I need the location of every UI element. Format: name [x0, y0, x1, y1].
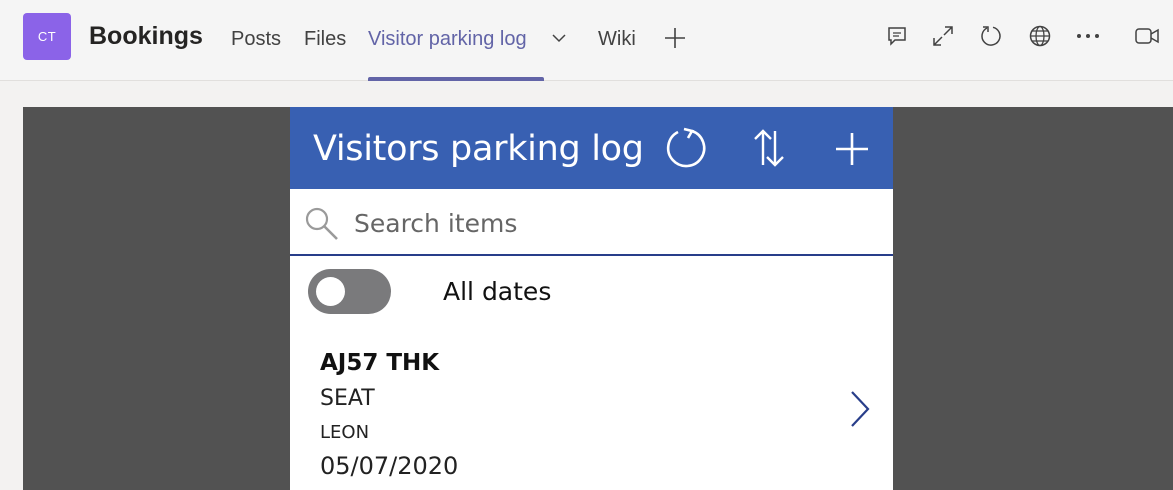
- conversation-icon[interactable]: [885, 24, 909, 48]
- record-registration: AJ57 THK: [320, 350, 440, 376]
- more-icon[interactable]: [1075, 24, 1101, 48]
- chevron-right-icon[interactable]: [846, 389, 874, 429]
- app-title: Visitors parking log: [313, 129, 644, 169]
- record-make: SEAT: [320, 386, 375, 411]
- tab-files[interactable]: Files: [304, 28, 346, 51]
- chevron-down-icon[interactable]: [551, 30, 567, 46]
- active-tab-indicator: [368, 77, 544, 81]
- record-date: 05/07/2020: [320, 452, 459, 480]
- expand-icon[interactable]: [931, 24, 955, 48]
- globe-icon[interactable]: [1028, 24, 1052, 48]
- app-header: Visitors parking log: [290, 107, 893, 189]
- search-bar: [290, 189, 893, 256]
- record-model: LEON: [320, 422, 370, 443]
- power-app-panel: Visitors parking log All dates AJ57 THK …: [290, 107, 893, 490]
- toggle-label: All dates: [443, 277, 552, 306]
- team-name: Bookings: [89, 22, 203, 50]
- toggle-knob: [316, 277, 345, 306]
- search-input[interactable]: [354, 207, 874, 239]
- add-tab-icon[interactable]: [663, 26, 687, 50]
- teams-header: CT Bookings Posts Files Visitor parking …: [0, 0, 1173, 81]
- tab-visitor-parking-log[interactable]: Visitor parking log: [368, 28, 527, 51]
- reload-icon[interactable]: [979, 24, 1003, 48]
- tab-posts[interactable]: Posts: [231, 28, 281, 51]
- all-dates-toggle[interactable]: [308, 269, 391, 314]
- meet-icon[interactable]: [1134, 24, 1160, 48]
- search-icon: [305, 207, 338, 240]
- team-avatar[interactable]: CT: [23, 13, 71, 60]
- add-icon[interactable]: [832, 125, 872, 171]
- tab-wiki[interactable]: Wiki: [598, 28, 636, 51]
- sort-icon[interactable]: [750, 125, 788, 171]
- refresh-icon[interactable]: [662, 125, 708, 171]
- list-item[interactable]: AJ57 THK SEAT LEON 05/07/2020: [290, 339, 893, 490]
